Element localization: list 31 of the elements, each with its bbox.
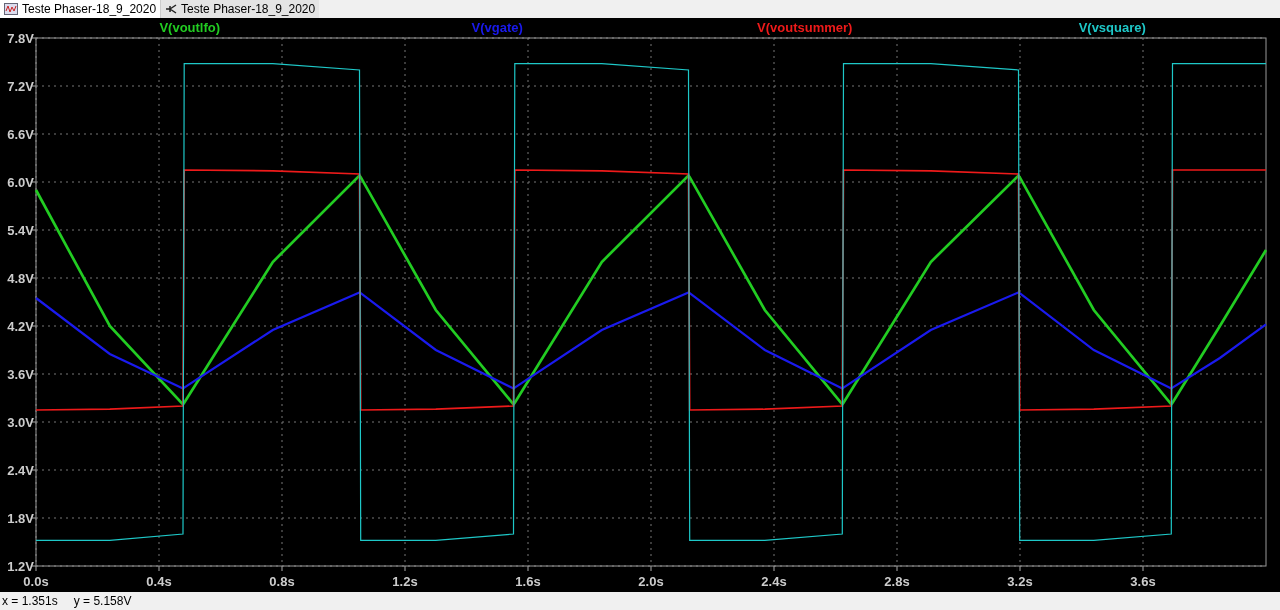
x-tick-label: 1.6s [515,574,541,589]
y-tick-label: 3.0V [7,415,34,430]
x-tick-label: 0.8s [269,574,295,589]
trace-legend-label[interactable]: V(voutsummer) [757,20,853,35]
document-tab[interactable]: Teste Phaser-18_9_2020 [0,0,161,18]
y-tick-label: 4.2V [7,319,34,334]
x-tick-label: 0.0s [23,574,49,589]
x-tick-label: 3.6s [1130,574,1156,589]
cursor-y-reading: y = 5.158V [73,593,132,610]
document-tab[interactable]: Teste Phaser-18_9_2020 [160,0,320,18]
trace-legend-label[interactable]: V(voutlfo) [159,20,221,35]
x-tick-label: 2.4s [761,574,787,589]
trace-legend-label[interactable]: V(vsquare) [1078,20,1146,35]
y-tick-label: 5.4V [7,223,34,238]
y-tick-label: 2.4V [7,463,34,478]
y-tick-label: 1.2V [7,559,34,574]
x-tick-label: 2.8s [884,574,910,589]
y-tick-label: 7.2V [7,79,34,94]
y-tick-label: 7.8V [7,31,34,46]
x-tick-label: 2.0s [638,574,664,589]
cursor-x-reading: x = 1.351s [2,593,58,610]
schematic-icon [165,3,178,15]
x-tick-label: 3.2s [1007,574,1033,589]
waveform-icon [4,3,18,15]
x-tick-label: 1.2s [392,574,418,589]
y-tick-label: 6.6V [7,127,34,142]
y-tick-label: 1.8V [7,511,34,526]
y-tick-label: 4.8V [7,271,34,286]
y-tick-label: 6.0V [7,175,34,190]
y-tick-label: 3.6V [7,367,34,382]
x-tick-label: 0.4s [146,574,172,589]
